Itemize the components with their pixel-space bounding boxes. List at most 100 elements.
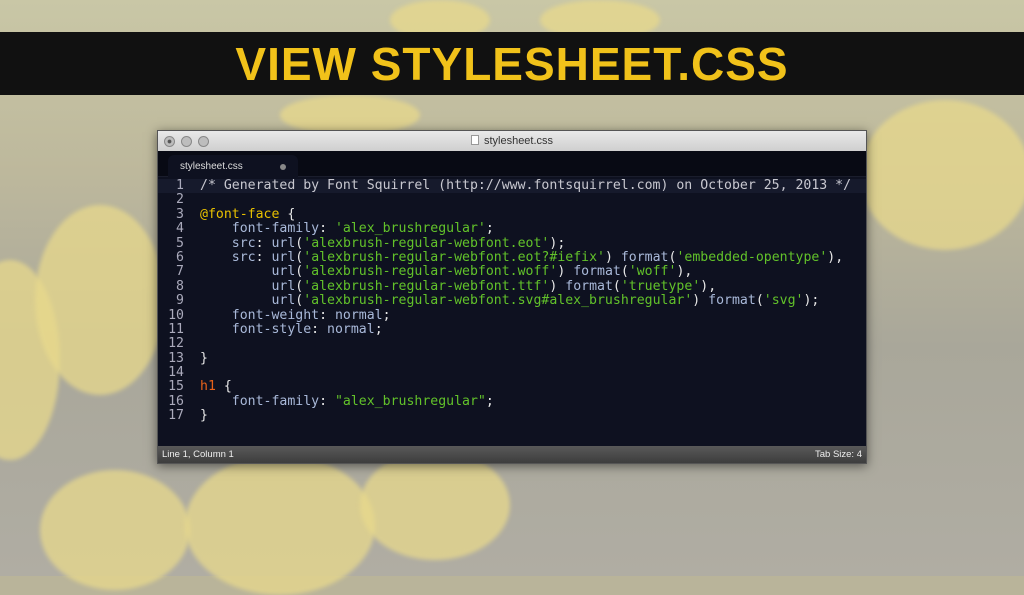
code-token: 'alexbrush-regular-webfont.svg#alex_brus… (303, 293, 693, 309)
title-banner: VIEW STYLESHEET.CSS (0, 32, 1024, 95)
window-title-text: stylesheet.css (483, 135, 554, 147)
code-token: ) (692, 293, 709, 309)
code-token: ) (604, 249, 621, 265)
unsaved-dot-icon[interactable] (280, 164, 286, 170)
code-token: normal (334, 307, 383, 323)
line-number: 10 (168, 307, 184, 323)
code-token: url (200, 278, 296, 294)
code-token: ), (676, 264, 693, 280)
line-number: 1 (176, 178, 184, 193)
code-token: ); (549, 235, 566, 251)
line-number: 9 (176, 293, 184, 309)
code-token: ( (295, 278, 304, 294)
code-token: format (565, 278, 613, 294)
code-token: { (215, 379, 232, 395)
code-token: ) (549, 278, 566, 294)
line-number: 3 (176, 206, 184, 222)
code-token: 'alexbrush-regular-webfont.woff' (303, 264, 558, 280)
code-token: 'embedded-opentype' (676, 249, 828, 265)
line-number: 13 (168, 350, 184, 366)
code-token: } (200, 350, 208, 366)
cursor-position: Line 1, Column 1 (162, 449, 234, 460)
code-token: font-family (200, 221, 320, 237)
line-number: 2 (176, 192, 184, 208)
code-token: url (271, 235, 296, 251)
code-line[interactable]: 4 font-family: 'alex_brushregular'; (158, 221, 866, 237)
code-token: ( (620, 264, 629, 280)
code-token: 'woff' (628, 264, 677, 280)
line-number: 8 (176, 278, 184, 294)
code-token: ) (557, 264, 574, 280)
code-line[interactable]: 14 (158, 365, 866, 381)
code-line[interactable]: 10 font-weight: normal; (158, 307, 866, 323)
line-number: 15 (168, 379, 184, 395)
code-line[interactable]: 3 @font-face { (158, 206, 866, 222)
window-title: stylesheet.css (158, 135, 866, 147)
code-token: font-style (200, 321, 312, 337)
code-token: url (200, 293, 296, 309)
code-token: ; (374, 321, 383, 337)
tab-stylesheet[interactable]: stylesheet.css (168, 155, 298, 177)
code-line[interactable]: 17} (158, 408, 866, 424)
line-number: 17 (168, 408, 184, 424)
code-token: ; (485, 393, 494, 409)
status-bar: Line 1, Column 1 Tab Size: 4 (158, 446, 866, 463)
code-token: ; (485, 221, 494, 237)
code-line[interactable]: 6 src: url ( 'alexbrush-regular-webfont.eo… (158, 249, 866, 265)
code-token: format (708, 293, 756, 309)
code-token: font-weight (200, 307, 320, 323)
code-token: 'alex_brushregular' (334, 221, 486, 237)
line-number: 4 (176, 221, 184, 237)
code-token: ( (295, 235, 304, 251)
code-token: : (311, 321, 328, 337)
code-line[interactable]: 9 url ( 'alexbrush-regular-webfont.svg#ale… (158, 293, 866, 309)
code-token: font-family (200, 393, 320, 409)
code-token: 'truetype' (620, 278, 701, 294)
code-token: 'svg' (763, 293, 804, 309)
code-token: format (620, 249, 669, 265)
code-token: src (200, 235, 256, 251)
code-line[interactable]: 7 url('alexbrush-regular-webfont.woff') … (158, 264, 866, 280)
line-number: 11 (168, 321, 184, 337)
code-token: : (255, 235, 272, 251)
line-number: 12 (168, 336, 184, 352)
line-number: 6 (176, 249, 184, 265)
code-token: ( (668, 249, 677, 265)
code-line[interactable]: 15 h1 { (158, 379, 866, 395)
code-token: ( (755, 293, 764, 309)
code-token: normal (327, 321, 375, 337)
code-token: : (319, 393, 335, 409)
code-line[interactable]: 8 url('alexbrush-regular-webfont.ttf') f… (158, 278, 866, 294)
code-token: 'alexbrush-regular-webfont.eot' (303, 235, 550, 251)
code-line[interactable]: 11 font-style: normal; (158, 321, 866, 337)
code-token: ), (700, 278, 717, 294)
code-token: "alex_brushregular" (334, 393, 486, 409)
code-line[interactable]: 1 /* Generated by Font Squirrel (http://w… (158, 178, 866, 194)
code-token: ; (382, 307, 391, 323)
code-line[interactable]: 2 (158, 192, 866, 208)
code-line[interactable]: 16 font-family: "alex_brushregular"; (158, 393, 866, 409)
line-number: 5 (176, 235, 184, 251)
code-editor[interactable]: 1 /* Generated by Font Squirrel (http://w… (158, 178, 866, 424)
banner-title: VIEW STYLESHEET.CSS (235, 37, 789, 90)
code-token: url (200, 264, 296, 280)
tab-size[interactable]: Tab Size: 4 (815, 449, 862, 460)
code-line[interactable]: 13} (158, 350, 866, 366)
code-token: : (319, 221, 335, 237)
code-token: ); (803, 293, 820, 309)
code-line[interactable]: 5 src: url('alexbrush-regular-webfont.eo… (158, 235, 866, 251)
code-token: : (319, 307, 335, 323)
code-token: src (200, 249, 256, 265)
code-token: 'alexbrush-regular-webfont.ttf' (303, 278, 550, 294)
line-number: 16 (168, 393, 184, 409)
code-token: : (255, 249, 272, 265)
line-number: 14 (168, 365, 184, 381)
tab-bar: stylesheet.css (158, 151, 866, 177)
editor-window: stylesheet.css stylesheet.css 1 /* Genera… (157, 130, 867, 464)
code-token: ), (827, 249, 844, 265)
file-icon (470, 135, 479, 145)
code-token: } (200, 408, 208, 424)
code-token: url (271, 249, 296, 265)
code-token: 'alexbrush-regular-webfont.eot?#iefix' (303, 249, 605, 265)
code-line[interactable]: 12 (158, 336, 866, 352)
